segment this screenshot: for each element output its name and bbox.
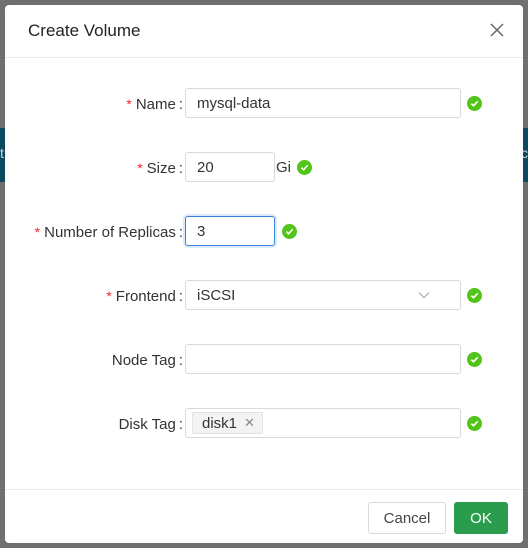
cancel-button[interactable]: Cancel [368, 502, 446, 534]
frontend-label: * Frontend : [106, 280, 183, 312]
tag-chip-label: disk1 [202, 414, 238, 432]
chevron-down-icon [418, 292, 430, 299]
disk-tag-label-text: Disk Tag [118, 415, 176, 433]
frontend-select[interactable]: iSCSI [185, 280, 461, 310]
frontend-label-text: Frontend [115, 287, 176, 305]
ok-button[interactable]: OK [454, 502, 508, 534]
check-icon [467, 416, 482, 431]
check-icon [467, 96, 482, 111]
close-icon [490, 23, 504, 37]
background-text-left: t [0, 145, 4, 161]
create-volume-dialog: Create Volume * Name : mysql-data * Size… [5, 5, 523, 543]
disk-tag-label: Disk Tag : [119, 408, 183, 440]
required-marker: * [126, 96, 132, 112]
label-colon: : [178, 159, 183, 177]
dialog-header: Create Volume [5, 5, 523, 58]
required-marker: * [137, 160, 143, 176]
disk-tag-select[interactable]: disk1 ✕ [185, 408, 461, 438]
check-icon [282, 224, 297, 239]
required-marker: * [106, 288, 112, 304]
size-input[interactable]: 20 [185, 152, 275, 182]
name-input-value: mysql-data [197, 94, 271, 112]
replicas-label-text: Number of Replicas [44, 223, 176, 241]
replicas-input-value: 3 [197, 222, 206, 240]
size-label: * Size : [137, 152, 183, 184]
check-icon [467, 352, 482, 367]
required-marker: * [34, 224, 41, 240]
label-colon: : [178, 223, 183, 241]
size-unit: Gi [276, 158, 291, 176]
node-tag-select[interactable] [185, 344, 461, 374]
replicas-input[interactable]: 3 [185, 216, 275, 246]
form-row-replicas: * Number of Replicas : 3 [5, 216, 523, 248]
tag-chip: disk1 ✕ [192, 412, 263, 434]
node-tag-label: Node Tag : [112, 344, 183, 376]
dialog-footer: Cancel OK [5, 489, 523, 543]
replicas-label: * Number of Replicas : [35, 216, 183, 248]
form-row-size: * Size : 20 Gi [5, 152, 523, 184]
label-colon: : [178, 415, 183, 433]
dialog-title: Create Volume [28, 21, 141, 40]
name-label-text: Name [135, 95, 176, 113]
check-icon [467, 288, 482, 303]
close-button[interactable] [485, 18, 509, 42]
form-row-node-tag: Node Tag : [5, 344, 523, 376]
form-row-name: * Name : mysql-data [5, 88, 523, 120]
size-input-value: 20 [197, 158, 214, 176]
label-colon: : [178, 351, 183, 369]
form-row-disk-tag: Disk Tag : disk1 ✕ [5, 408, 523, 440]
node-tag-label-text: Node Tag [111, 351, 176, 369]
label-colon: : [178, 287, 183, 305]
size-label-text: Size [146, 159, 176, 177]
frontend-select-value: iSCSI [197, 286, 236, 304]
check-icon [297, 160, 312, 175]
form-row-frontend: * Frontend : iSCSI [5, 280, 523, 312]
tag-remove-icon[interactable]: ✕ [244, 415, 255, 431]
name-label: * Name : [126, 88, 183, 120]
label-colon: : [178, 95, 183, 113]
name-input[interactable]: mysql-data [185, 88, 461, 118]
